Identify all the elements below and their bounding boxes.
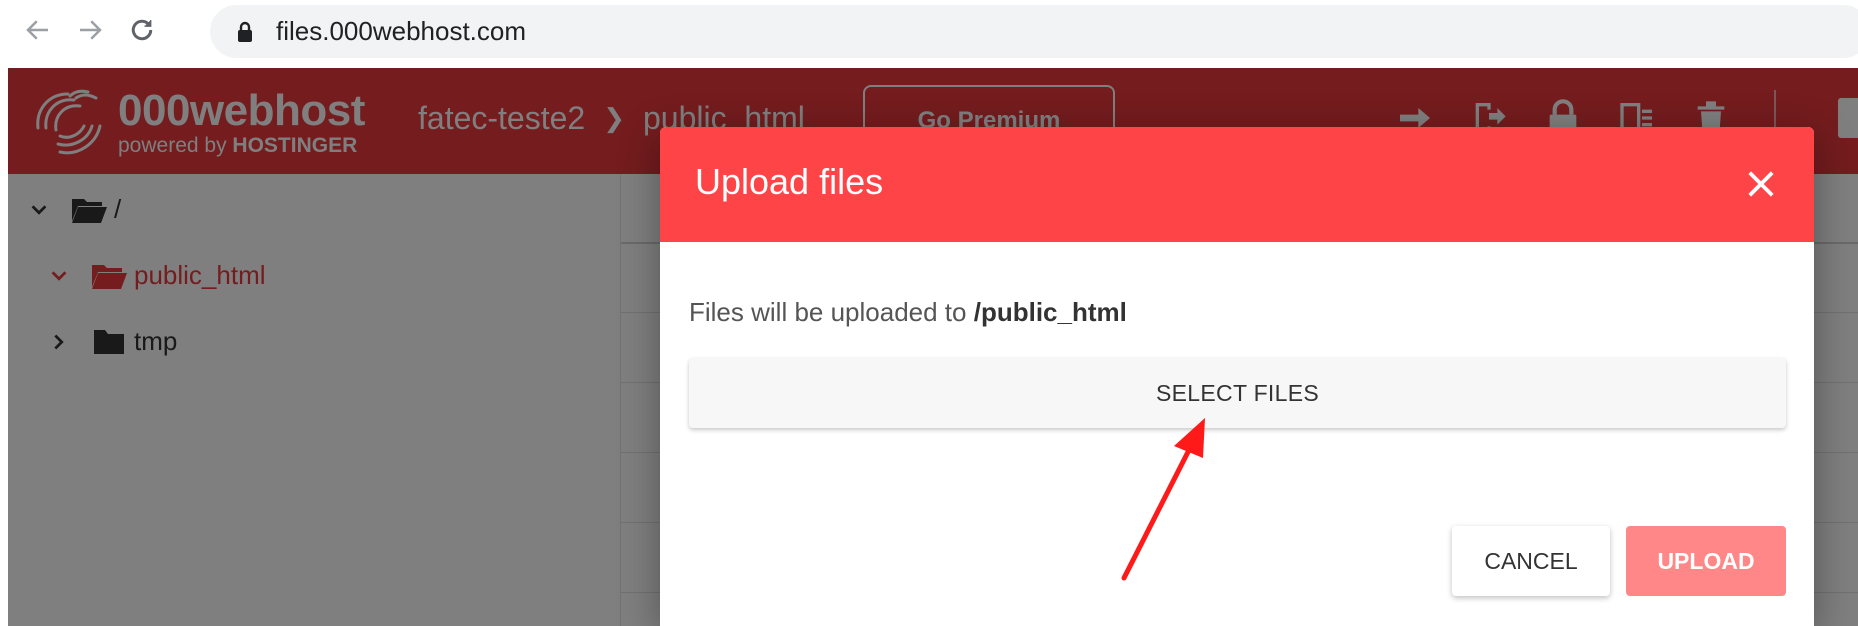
reload-icon[interactable] <box>122 10 162 50</box>
select-files-button[interactable]: SELECT FILES <box>689 358 1786 428</box>
back-arrow-icon[interactable] <box>18 10 58 50</box>
upload-destination-text: Files will be uploaded to /public_html <box>689 297 1127 327</box>
upload-button[interactable]: UPLOAD <box>1626 526 1786 596</box>
upload-dialog: Upload files Files will be uploaded to /… <box>660 127 1814 626</box>
dialog-header: Upload files <box>660 127 1814 242</box>
cancel-button[interactable]: CANCEL <box>1452 526 1610 596</box>
upload-path: /public_html <box>973 297 1127 327</box>
dialog-title: Upload files <box>695 161 884 202</box>
close-icon[interactable] <box>1744 167 1778 201</box>
address-bar[interactable]: files.000webhost.com <box>210 5 1858 58</box>
lock-icon <box>236 21 254 43</box>
forward-arrow-icon[interactable] <box>70 10 110 50</box>
url-text: files.000webhost.com <box>276 16 527 46</box>
browser-toolbar: files.000webhost.com <box>0 0 1858 62</box>
